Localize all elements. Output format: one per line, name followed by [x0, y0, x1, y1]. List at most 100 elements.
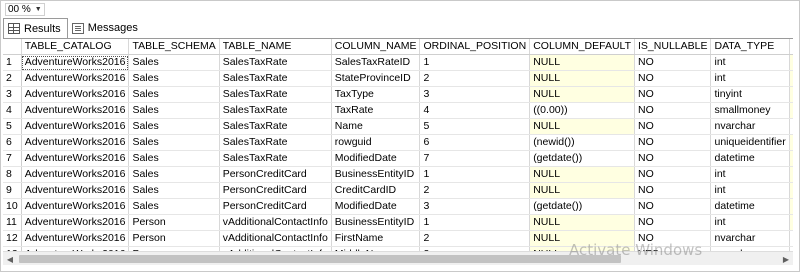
- table-cell[interactable]: smallmoney: [710, 102, 790, 119]
- table-cell[interactable]: 7: [419, 150, 531, 167]
- table-cell[interactable]: NULL: [789, 86, 793, 103]
- table-cell[interactable]: BusinessEntityID: [331, 166, 421, 183]
- table-cell[interactable]: int: [710, 70, 790, 87]
- table-row[interactable]: 7 AdventureWorks2016 Sales SalesTaxRate Modi…: [3, 150, 793, 167]
- table-cell[interactable]: Sales: [128, 70, 220, 87]
- table-cell[interactable]: ModifiedDate: [331, 150, 421, 167]
- table-cell[interactable]: SalesTaxRate: [219, 134, 332, 151]
- table-cell[interactable]: NO: [634, 54, 712, 71]
- table-cell[interactable]: Sales: [128, 198, 220, 215]
- table-cell[interactable]: 50: [789, 230, 793, 247]
- table-cell[interactable]: 2: [419, 70, 531, 87]
- table-cell[interactable]: Sales: [128, 166, 220, 183]
- table-cell[interactable]: NO: [634, 134, 712, 151]
- table-cell[interactable]: SalesTaxRate: [219, 86, 332, 103]
- table-row[interactable]: 1 AdventureWorks2016 Sales SalesTaxRate Sale…: [3, 54, 793, 71]
- table-cell[interactable]: vAdditionalContactInfo: [219, 214, 332, 231]
- row-number-cell[interactable]: 12: [3, 230, 22, 247]
- table-row[interactable]: 9 AdventureWorks2016 Sales PersonCreditCard…: [3, 182, 793, 199]
- table-cell[interactable]: (newid()): [529, 134, 636, 151]
- row-number-cell[interactable]: 9: [3, 182, 22, 199]
- table-cell[interactable]: NO: [634, 70, 712, 87]
- row-number-cell[interactable]: 8: [3, 166, 22, 183]
- table-cell[interactable]: SalesTaxRate: [219, 54, 332, 71]
- table-row[interactable]: 6 AdventureWorks2016 Sales SalesTaxRate rowg…: [3, 134, 793, 151]
- column-header[interactable]: TABLE_NAME: [219, 39, 332, 55]
- column-header[interactable]: TABLE_CATALOG: [21, 39, 130, 55]
- tab-results[interactable]: Results: [3, 18, 68, 38]
- table-cell[interactable]: NO: [634, 86, 712, 103]
- table-cell[interactable]: nvarchar: [710, 230, 790, 247]
- table-cell[interactable]: int: [710, 166, 790, 183]
- table-row[interactable]: 2 AdventureWorks2016 Sales SalesTaxRate Stat…: [3, 70, 793, 87]
- scroll-left-icon[interactable]: ◀: [3, 252, 17, 266]
- table-cell[interactable]: Sales: [128, 102, 220, 119]
- table-cell[interactable]: 5: [419, 118, 531, 135]
- table-row[interactable]: 4 AdventureWorks2016 Sales SalesTaxRate TaxR…: [3, 102, 793, 119]
- table-cell[interactable]: NULL: [789, 102, 793, 119]
- table-cell[interactable]: SalesTaxRate: [219, 118, 332, 135]
- table-cell[interactable]: NO: [634, 182, 712, 199]
- table-cell[interactable]: Name: [331, 118, 421, 135]
- table-row[interactable]: 10 AdventureWorks2016 Sales PersonCreditCar…: [3, 198, 793, 215]
- table-cell[interactable]: FirstName: [331, 230, 421, 247]
- table-cell[interactable]: AdventureWorks2016: [21, 214, 130, 231]
- column-header[interactable]: IS_NULLABLE: [634, 39, 712, 55]
- table-cell[interactable]: SalesTaxRate: [219, 102, 332, 119]
- table-cell[interactable]: AdventureWorks2016: [21, 182, 130, 199]
- column-header[interactable]: TABLE_SCHEMA: [128, 39, 220, 55]
- table-cell[interactable]: NULL: [789, 166, 793, 183]
- table-cell[interactable]: NULL: [529, 70, 636, 87]
- scroll-right-icon[interactable]: ▶: [779, 252, 793, 266]
- table-cell[interactable]: datetime: [710, 150, 790, 167]
- table-cell[interactable]: NULL: [789, 198, 793, 215]
- table-cell[interactable]: 3: [419, 86, 531, 103]
- table-cell[interactable]: NULL: [529, 118, 636, 135]
- table-cell[interactable]: AdventureWorks2016: [21, 150, 130, 167]
- column-header[interactable]: CHARACTER_MAXIMU: [789, 39, 793, 55]
- table-cell[interactable]: Person: [128, 214, 220, 231]
- table-cell[interactable]: 1: [419, 214, 531, 231]
- results-grid[interactable]: TABLE_CATALOG TABLE_SCHEMA TABLE_NAME COLUM…: [3, 38, 793, 251]
- table-cell[interactable]: 1: [419, 54, 531, 71]
- table-cell[interactable]: NO: [634, 118, 712, 135]
- table-cell[interactable]: (getdate()): [529, 198, 636, 215]
- table-cell[interactable]: NO: [634, 198, 712, 215]
- table-cell[interactable]: NULL: [789, 70, 793, 87]
- table-cell[interactable]: AdventureWorks2016: [21, 166, 130, 183]
- table-cell[interactable]: ModifiedDate: [331, 198, 421, 215]
- table-cell[interactable]: uniqueidentifier: [710, 134, 790, 151]
- table-cell[interactable]: Sales: [128, 118, 220, 135]
- table-row[interactable]: 5 AdventureWorks2016 Sales SalesTaxRate Name…: [3, 118, 793, 135]
- table-cell[interactable]: AdventureWorks2016: [21, 86, 130, 103]
- table-cell[interactable]: NO: [634, 102, 712, 119]
- table-cell[interactable]: datetime: [710, 198, 790, 215]
- table-cell[interactable]: 2: [419, 230, 531, 247]
- table-cell[interactable]: NO: [634, 166, 712, 183]
- row-number-cell[interactable]: 5: [3, 118, 22, 135]
- table-cell[interactable]: NULL: [789, 182, 793, 199]
- table-cell[interactable]: BusinessEntityID: [331, 214, 421, 231]
- table-cell[interactable]: vAdditionalContactInfo: [219, 230, 332, 247]
- table-cell[interactable]: 50: [789, 118, 793, 135]
- table-cell[interactable]: AdventureWorks2016: [21, 54, 130, 71]
- table-cell[interactable]: int: [710, 54, 790, 71]
- table-cell[interactable]: (getdate()): [529, 150, 636, 167]
- table-cell[interactable]: NULL: [789, 214, 793, 231]
- table-cell[interactable]: PersonCreditCard: [219, 198, 332, 215]
- table-cell[interactable]: NULL: [789, 150, 793, 167]
- zoom-dropdown[interactable]: 00 % ▼: [5, 2, 45, 16]
- table-cell[interactable]: NO: [634, 214, 712, 231]
- column-header[interactable]: ORDINAL_POSITION: [419, 39, 531, 55]
- column-header[interactable]: COLUMN_NAME: [331, 39, 421, 55]
- table-cell[interactable]: NULL: [529, 182, 636, 199]
- table-cell[interactable]: NULL: [529, 86, 636, 103]
- table-row[interactable]: 11 AdventureWorks2016 Person vAdditionalCon…: [3, 214, 793, 231]
- table-cell[interactable]: SalesTaxRate: [219, 150, 332, 167]
- table-cell[interactable]: 3: [419, 198, 531, 215]
- table-cell[interactable]: nvarchar: [710, 118, 790, 135]
- table-cell[interactable]: NO: [634, 150, 712, 167]
- table-cell[interactable]: PersonCreditCard: [219, 182, 332, 199]
- row-number-cell[interactable]: 6: [3, 134, 22, 151]
- table-cell[interactable]: NULL: [789, 54, 793, 71]
